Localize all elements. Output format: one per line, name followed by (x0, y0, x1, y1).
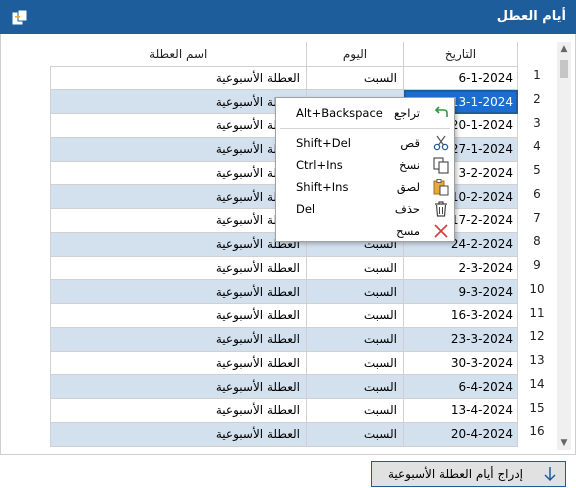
cut-icon (433, 135, 449, 151)
row-number: 14 (529, 376, 545, 391)
table-row[interactable]: العطلة الأسبوعية السبت 16-3-2024 (50, 303, 518, 328)
menu-shortcut: Alt+Backspace (296, 106, 383, 120)
table-row[interactable]: العطلة الأسبوعية السبت 6-4-2024 (50, 374, 518, 399)
row-number: 5 (533, 163, 541, 177)
arrow-down-icon (544, 467, 556, 482)
cell-holiday-name[interactable]: العطلة الأسبوعية (50, 66, 307, 91)
row-number: 7 (533, 210, 541, 225)
scrollbar-thumb[interactable] (560, 60, 568, 78)
cell-day[interactable]: السبت (306, 303, 404, 328)
window-title: أيام العطل (496, 9, 566, 24)
cell-date[interactable]: 23-3-2024 (403, 327, 518, 352)
row-number: 16 (529, 424, 545, 439)
menu-shortcut: Del (296, 202, 316, 216)
menu-separator (280, 128, 450, 129)
cell-holiday-name[interactable]: العطلة الأسبوعية (50, 137, 307, 162)
cell-day[interactable]: السبت (306, 374, 404, 399)
menu-item-cut[interactable]: Shift+Del قص (276, 132, 454, 154)
cell-holiday-name[interactable]: العطلة الأسبوعية (50, 351, 307, 376)
paste-icon (433, 179, 449, 196)
cell-day[interactable]: السبت (306, 327, 404, 352)
menu-label: لصق (396, 180, 420, 194)
vertical-scrollbar[interactable]: ▲ ▼ (557, 42, 571, 450)
row-number: 6 (533, 186, 541, 201)
cell-holiday-name[interactable]: العطلة الأسبوعية (50, 303, 307, 328)
cell-date[interactable]: 20-4-2024 (403, 422, 518, 447)
table-row[interactable]: العطلة الأسبوعية السبت 9-3-2024 (50, 279, 518, 304)
cell-date[interactable]: 9-3-2024 (403, 279, 518, 304)
insert-weekend-holidays-button[interactable]: إدراج أيام العطلة الأسبوعية (371, 461, 566, 487)
row-number: 12 (529, 329, 545, 344)
row-number: 3 (533, 115, 541, 130)
title-bar: أيام العطل (0, 0, 576, 34)
cell-day[interactable]: السبت (306, 256, 404, 281)
context-menu: Alt+Backspace تراجع Shift+Del قص Ctrl+In… (275, 97, 455, 242)
cell-date[interactable]: 16-3-2024 (403, 303, 518, 328)
cell-day[interactable]: السبت (306, 66, 404, 91)
copy-icon (433, 157, 449, 174)
table-row[interactable]: العطلة الأسبوعية السبت 2-3-2024 (50, 256, 518, 281)
row-number: 2 (533, 91, 541, 106)
cell-date[interactable]: 30-3-2024 (403, 351, 518, 376)
table-row[interactable]: العطلة الأسبوعية السبت 13-4-2024 (50, 398, 518, 423)
menu-label: حذف (394, 202, 420, 216)
menu-shortcut: Shift+Del (296, 136, 351, 150)
column-header-name[interactable]: اسم العطلة (50, 42, 307, 67)
cell-day[interactable]: السبت (306, 422, 404, 447)
clear-icon (434, 224, 448, 238)
menu-shortcut: Ctrl+Ins (296, 158, 343, 172)
row-number: 9 (533, 258, 541, 272)
cell-holiday-name[interactable]: العطلة الأسبوعية (50, 398, 307, 423)
row-number: 13 (529, 353, 545, 367)
row-number: 11 (529, 305, 545, 320)
menu-label: تراجع (394, 106, 420, 120)
column-header-date[interactable]: التاريخ (403, 42, 518, 67)
cell-holiday-name[interactable]: العطلة الأسبوعية (50, 184, 307, 209)
table-row[interactable]: العطلة الأسبوعية السبت 23-3-2024 (50, 327, 518, 352)
cell-holiday-name[interactable]: العطلة الأسبوعية (50, 232, 307, 257)
menu-item-paste[interactable]: Shift+Ins لصق (276, 176, 454, 198)
cell-holiday-name[interactable]: العطلة الأسبوعية (50, 161, 307, 186)
cell-holiday-name[interactable]: العطلة الأسبوعية (50, 327, 307, 352)
menu-shortcut: Shift+Ins (296, 180, 349, 194)
row-number: 1 (533, 68, 541, 82)
cell-date[interactable]: 6-4-2024 (403, 374, 518, 399)
menu-item-clear[interactable]: مسح (276, 220, 454, 242)
menu-item-delete[interactable]: Del حذف (276, 198, 454, 220)
menu-label: نسخ (399, 158, 420, 172)
menu-item-copy[interactable]: Ctrl+Ins نسخ (276, 154, 454, 176)
cell-holiday-name[interactable]: العطلة الأسبوعية (50, 256, 307, 281)
cell-holiday-name[interactable]: العطلة الأسبوعية (50, 113, 307, 138)
menu-label: مسح (396, 224, 420, 238)
cell-date[interactable]: 13-4-2024 (403, 398, 518, 423)
cell-holiday-name[interactable]: العطلة الأسبوعية (50, 89, 307, 114)
table-row[interactable]: العطلة الأسبوعية السبت 6-1-2024 (50, 66, 518, 91)
row-number: 4 (533, 139, 541, 154)
cell-day[interactable]: السبت (306, 351, 404, 376)
cell-holiday-name[interactable]: العطلة الأسبوعية (50, 279, 307, 304)
menu-label: قص (400, 136, 420, 150)
row-number: 15 (529, 400, 545, 415)
cell-day[interactable]: السبت (306, 398, 404, 423)
row-number: 8 (533, 234, 541, 249)
button-label: إدراج أيام العطلة الأسبوعية (387, 467, 523, 481)
app-icon (12, 9, 28, 25)
scroll-down-icon[interactable]: ▼ (557, 436, 571, 450)
cell-day[interactable]: السبت (306, 279, 404, 304)
column-header-day[interactable]: اليوم (306, 42, 404, 67)
row-number: 10 (529, 281, 545, 296)
cell-holiday-name[interactable]: العطلة الأسبوعية (50, 374, 307, 399)
menu-item-undo[interactable]: Alt+Backspace تراجع (276, 102, 454, 124)
cell-date[interactable]: 6-1-2024 (403, 66, 518, 91)
table-row[interactable]: العطلة الأسبوعية السبت 30-3-2024 (50, 351, 518, 376)
table-row[interactable]: العطلة الأسبوعية السبت 20-4-2024 (50, 422, 518, 447)
scroll-up-icon[interactable]: ▲ (557, 42, 571, 56)
cell-date[interactable]: 2-3-2024 (403, 256, 518, 281)
cell-holiday-name[interactable]: العطلة الأسبوعية (50, 422, 307, 447)
cell-holiday-name[interactable]: العطلة الأسبوعية (50, 208, 307, 233)
undo-icon (434, 106, 448, 117)
delete-icon (435, 201, 447, 217)
